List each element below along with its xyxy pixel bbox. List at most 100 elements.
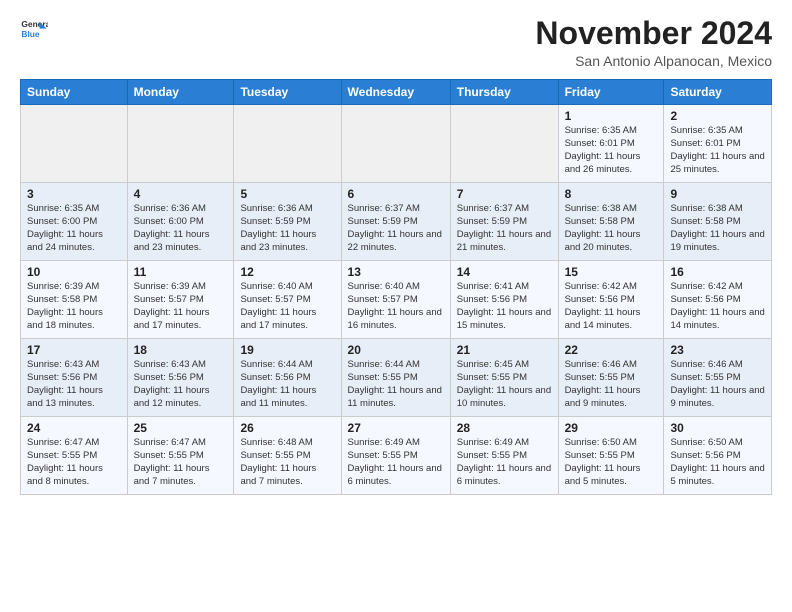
day-info: Sunrise: 6:40 AM Sunset: 5:57 PM Dayligh… (348, 281, 444, 332)
day-number: 15 (565, 265, 658, 279)
header-day-thursday: Thursday (450, 80, 558, 105)
calendar-cell: 6Sunrise: 6:37 AM Sunset: 5:59 PM Daylig… (341, 183, 450, 261)
calendar-cell: 14 Sunrise: 6:41 AM Sunset: 5:56 PM Dayli… (450, 261, 558, 339)
week-row-3: 10Sunrise: 6:39 AM Sunset: 5:58 PM Dayli… (21, 261, 772, 339)
month-title: November 2024 (535, 16, 772, 51)
day-number: 27 (348, 421, 444, 435)
day-number: 9 (670, 187, 765, 201)
calendar-cell: 17 Sunrise: 6:43 AM Sunset: 5:56 PM Dayli… (21, 339, 128, 417)
day-number: 2 (670, 109, 765, 123)
day-info: Sunrise: 6:49 AM Sunset: 5:55 PM Dayligh… (457, 437, 552, 488)
day-number: 17 (27, 343, 121, 357)
day-number: 8 (565, 187, 658, 201)
calendar-cell: 2 Sunrise: 6:35 AM Sunset: 6:01 PM Daylig… (664, 105, 772, 183)
day-info: Sunrise: 6:44 AM Sunset: 5:56 PM Dayligh… (240, 359, 334, 410)
day-info: Sunrise: 6:42 AM Sunset: 5:56 PM Dayligh… (670, 281, 765, 332)
day-number: 12 (240, 265, 334, 279)
logo: General Blue (20, 16, 48, 44)
day-number: 4 (134, 187, 228, 201)
week-row-4: 17 Sunrise: 6:43 AM Sunset: 5:56 PM Dayli… (21, 339, 772, 417)
header-day-friday: Friday (558, 80, 664, 105)
calendar-cell: 22 Sunrise: 6:46 AM Sunset: 5:55 PM Dayli… (558, 339, 664, 417)
day-number: 14 (457, 265, 552, 279)
day-info: Sunrise: 6:38 AM Sunset: 5:58 PM Dayligh… (565, 203, 658, 254)
day-number: 19 (240, 343, 334, 357)
day-info: Sunrise: 6:50 AM Sunset: 5:55 PM Dayligh… (565, 437, 658, 488)
calendar-cell: 3 Sunrise: 6:35 AM Sunset: 6:00 PM Daylig… (21, 183, 128, 261)
day-number: 16 (670, 265, 765, 279)
day-info: Sunrise: 6:35 AM Sunset: 6:00 PM Dayligh… (27, 203, 121, 254)
calendar-cell: 24 Sunrise: 6:47 AM Sunset: 5:55 PM Dayli… (21, 417, 128, 495)
calendar-cell: 5Sunrise: 6:36 AM Sunset: 5:59 PM Daylig… (234, 183, 341, 261)
day-info: Sunrise: 6:41 AM Sunset: 5:56 PM Dayligh… (457, 281, 552, 332)
page: General Blue November 2024 San Antonio A… (0, 0, 792, 505)
week-row-2: 3 Sunrise: 6:35 AM Sunset: 6:00 PM Daylig… (21, 183, 772, 261)
header-day-monday: Monday (127, 80, 234, 105)
calendar-cell (234, 105, 341, 183)
day-info: Sunrise: 6:40 AM Sunset: 5:57 PM Dayligh… (240, 281, 334, 332)
calendar-cell: 15Sunrise: 6:42 AM Sunset: 5:56 PM Dayli… (558, 261, 664, 339)
day-info: Sunrise: 6:36 AM Sunset: 5:59 PM Dayligh… (240, 203, 334, 254)
day-number: 1 (565, 109, 658, 123)
calendar-cell: 21Sunrise: 6:45 AM Sunset: 5:55 PM Dayli… (450, 339, 558, 417)
day-info: Sunrise: 6:39 AM Sunset: 5:57 PM Dayligh… (134, 281, 228, 332)
header: General Blue November 2024 San Antonio A… (20, 16, 772, 69)
week-row-5: 24 Sunrise: 6:47 AM Sunset: 5:55 PM Dayli… (21, 417, 772, 495)
day-number: 24 (27, 421, 121, 435)
calendar-cell: 19 Sunrise: 6:44 AM Sunset: 5:56 PM Dayli… (234, 339, 341, 417)
calendar-cell: 10Sunrise: 6:39 AM Sunset: 5:58 PM Dayli… (21, 261, 128, 339)
week-row-1: 1 Sunrise: 6:35 AM Sunset: 6:01 PM Daylig… (21, 105, 772, 183)
header-day-tuesday: Tuesday (234, 80, 341, 105)
day-number: 23 (670, 343, 765, 357)
day-info: Sunrise: 6:43 AM Sunset: 5:56 PM Dayligh… (27, 359, 121, 410)
calendar-cell: 16 Sunrise: 6:42 AM Sunset: 5:56 PM Dayli… (664, 261, 772, 339)
day-number: 22 (565, 343, 658, 357)
day-number: 7 (457, 187, 552, 201)
calendar-cell: 9 Sunrise: 6:38 AM Sunset: 5:58 PM Daylig… (664, 183, 772, 261)
calendar-cell: 26Sunrise: 6:48 AM Sunset: 5:55 PM Dayli… (234, 417, 341, 495)
calendar-cell: 13 Sunrise: 6:40 AM Sunset: 5:57 PM Dayli… (341, 261, 450, 339)
day-number: 11 (134, 265, 228, 279)
day-info: Sunrise: 6:39 AM Sunset: 5:58 PM Dayligh… (27, 281, 121, 332)
calendar-cell: 30 Sunrise: 6:50 AM Sunset: 5:56 PM Dayli… (664, 417, 772, 495)
calendar-cell: 23 Sunrise: 6:46 AM Sunset: 5:55 PM Dayli… (664, 339, 772, 417)
calendar-cell: 11 Sunrise: 6:39 AM Sunset: 5:57 PM Dayli… (127, 261, 234, 339)
calendar-cell (127, 105, 234, 183)
header-day-saturday: Saturday (664, 80, 772, 105)
calendar-cell: 27Sunrise: 6:49 AM Sunset: 5:55 PM Dayli… (341, 417, 450, 495)
day-info: Sunrise: 6:35 AM Sunset: 6:01 PM Dayligh… (565, 125, 658, 176)
calendar-cell: 1 Sunrise: 6:35 AM Sunset: 6:01 PM Daylig… (558, 105, 664, 183)
day-number: 20 (348, 343, 444, 357)
calendar-cell: 25Sunrise: 6:47 AM Sunset: 5:55 PM Dayli… (127, 417, 234, 495)
subtitle: San Antonio Alpanocan, Mexico (535, 53, 772, 69)
day-number: 25 (134, 421, 228, 435)
day-info: Sunrise: 6:48 AM Sunset: 5:55 PM Dayligh… (240, 437, 334, 488)
header-day-wednesday: Wednesday (341, 80, 450, 105)
day-number: 30 (670, 421, 765, 435)
day-info: Sunrise: 6:47 AM Sunset: 5:55 PM Dayligh… (27, 437, 121, 488)
day-number: 6 (348, 187, 444, 201)
calendar-table: SundayMondayTuesdayWednesdayThursdayFrid… (20, 79, 772, 495)
day-info: Sunrise: 6:50 AM Sunset: 5:56 PM Dayligh… (670, 437, 765, 488)
calendar-cell (450, 105, 558, 183)
title-area: November 2024 San Antonio Alpanocan, Mex… (535, 16, 772, 69)
day-info: Sunrise: 6:43 AM Sunset: 5:56 PM Dayligh… (134, 359, 228, 410)
day-info: Sunrise: 6:45 AM Sunset: 5:55 PM Dayligh… (457, 359, 552, 410)
day-number: 13 (348, 265, 444, 279)
day-info: Sunrise: 6:46 AM Sunset: 5:55 PM Dayligh… (670, 359, 765, 410)
svg-text:Blue: Blue (21, 29, 39, 39)
calendar-cell: 18Sunrise: 6:43 AM Sunset: 5:56 PM Dayli… (127, 339, 234, 417)
calendar-cell: 4Sunrise: 6:36 AM Sunset: 6:00 PM Daylig… (127, 183, 234, 261)
calendar-cell: 29 Sunrise: 6:50 AM Sunset: 5:55 PM Dayli… (558, 417, 664, 495)
day-number: 29 (565, 421, 658, 435)
calendar-cell: 7Sunrise: 6:37 AM Sunset: 5:59 PM Daylig… (450, 183, 558, 261)
calendar-cell (341, 105, 450, 183)
day-info: Sunrise: 6:44 AM Sunset: 5:55 PM Dayligh… (348, 359, 444, 410)
header-day-sunday: Sunday (21, 80, 128, 105)
day-info: Sunrise: 6:46 AM Sunset: 5:55 PM Dayligh… (565, 359, 658, 410)
logo-icon: General Blue (20, 16, 48, 44)
day-number: 3 (27, 187, 121, 201)
day-info: Sunrise: 6:38 AM Sunset: 5:58 PM Dayligh… (670, 203, 765, 254)
calendar-cell (21, 105, 128, 183)
day-info: Sunrise: 6:35 AM Sunset: 6:01 PM Dayligh… (670, 125, 765, 176)
